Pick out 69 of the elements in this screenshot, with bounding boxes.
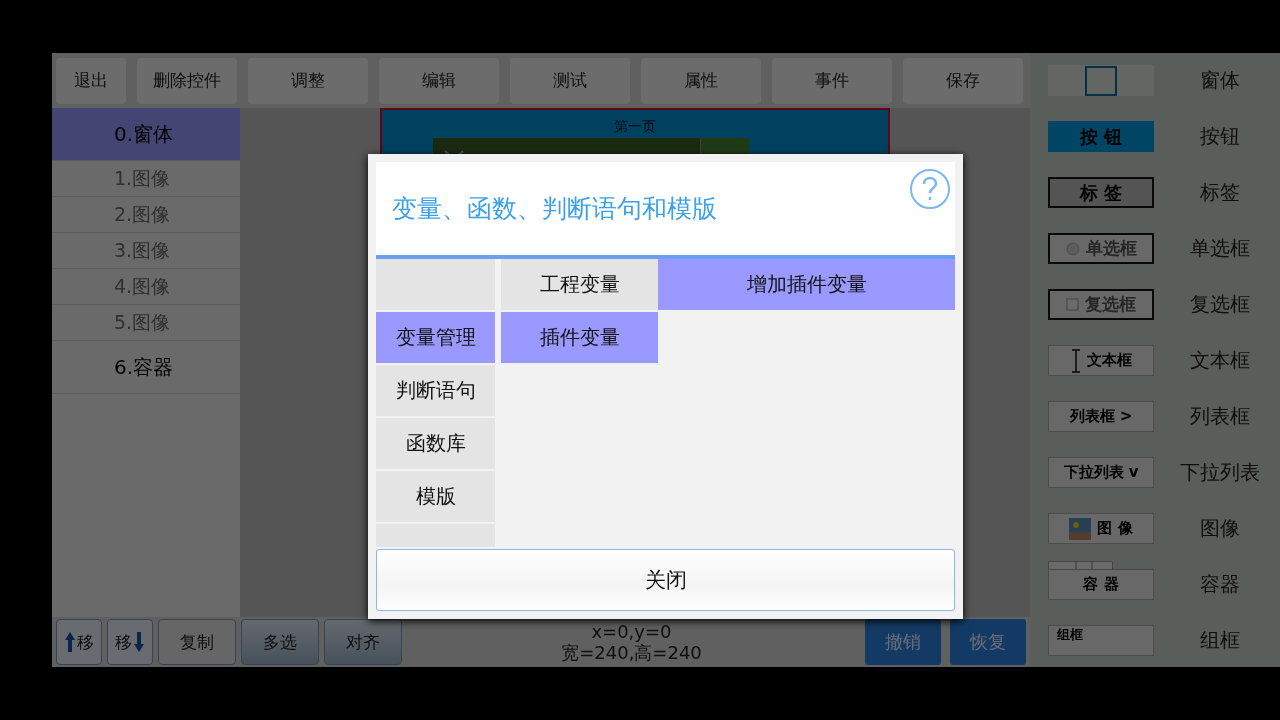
object-list-item[interactable]: 0.窗体 bbox=[52, 108, 240, 161]
bottom-button[interactable]: 多选 bbox=[241, 619, 319, 665]
sample-text: 组框 bbox=[1057, 626, 1083, 644]
toolbar-button[interactable]: 删除控件 bbox=[137, 57, 237, 104]
widget-sample[interactable]: 下拉列表 v bbox=[1048, 457, 1154, 488]
sample-text: 复选框 bbox=[1085, 293, 1136, 316]
widget-label: 列表框 bbox=[1189, 403, 1251, 430]
widget-sample[interactable] bbox=[1048, 65, 1154, 96]
toolbar-button[interactable]: 编辑 bbox=[379, 57, 499, 104]
toolbar-button[interactable]: 属性 bbox=[641, 57, 761, 104]
sample-text: 按 钮 bbox=[1079, 124, 1123, 149]
category-item[interactable]: 函数库 bbox=[376, 418, 495, 469]
radio-circle-icon bbox=[1065, 241, 1080, 256]
widget-sample[interactable]: 文本框 bbox=[1048, 345, 1154, 376]
variable-tab[interactable]: 插件变量 bbox=[501, 312, 658, 363]
up-arrow-icon bbox=[64, 631, 76, 653]
window-frame-icon bbox=[1085, 65, 1117, 96]
toolbar-button[interactable]: 事件 bbox=[772, 57, 892, 104]
widget-label: 文本框 bbox=[1189, 347, 1251, 374]
bottom-button[interactable]: 复制 bbox=[158, 619, 236, 665]
toolbar-button[interactable]: 调整 bbox=[248, 57, 368, 104]
toolbar-button[interactable]: 保存 bbox=[903, 57, 1023, 104]
category-item[interactable]: 模版 bbox=[376, 471, 495, 522]
sample-text: 列表框 > bbox=[1069, 407, 1133, 426]
sample-text: 下拉列表 v bbox=[1063, 463, 1139, 482]
close-button[interactable]: 关闭 bbox=[376, 549, 955, 611]
sample-text: 文本框 bbox=[1086, 351, 1132, 370]
toolbar-button[interactable]: 退出 bbox=[56, 57, 126, 104]
image-icon bbox=[1069, 517, 1092, 540]
variable-tab[interactable]: 工程变量 bbox=[501, 259, 658, 310]
add-plugin-variable-button[interactable]: 增加插件变量 bbox=[658, 259, 955, 310]
sample-text: 图 像 bbox=[1097, 519, 1133, 538]
widget-label: 组框 bbox=[1199, 627, 1241, 654]
category-item[interactable]: 判断语句 bbox=[376, 365, 495, 416]
widget-label: 按钮 bbox=[1199, 123, 1241, 150]
widget-sample[interactable]: 图 像 bbox=[1048, 513, 1154, 544]
widget-label: 图像 bbox=[1199, 515, 1241, 542]
widget-sample[interactable]: 组框 bbox=[1048, 625, 1154, 656]
move-up-button[interactable]: 移 bbox=[56, 619, 102, 665]
text-cursor-icon bbox=[1070, 348, 1081, 373]
size-text: 宽=240,高=240 bbox=[561, 642, 702, 663]
widget-label: 窗体 bbox=[1199, 67, 1241, 94]
widget-label: 下拉列表 bbox=[1179, 459, 1261, 486]
sample-text: 单选框 bbox=[1085, 237, 1137, 260]
dialog-title: 变量、函数、判断语句和模版 bbox=[392, 193, 717, 225]
move-down-button[interactable]: 移 bbox=[107, 619, 153, 665]
page-label: 第一页 bbox=[614, 118, 656, 136]
help-icon[interactable] bbox=[909, 168, 951, 210]
widget-sample[interactable]: 容 器 bbox=[1048, 561, 1154, 600]
action-button[interactable]: 撤销 bbox=[865, 619, 941, 665]
position-text: x=0,y=0 bbox=[591, 621, 672, 642]
category-item[interactable]: 变量管理 bbox=[376, 312, 495, 363]
widget-label: 单选框 bbox=[1189, 235, 1251, 262]
sample-text: 标 签 bbox=[1079, 180, 1123, 205]
widget-sample[interactable]: 列表框 > bbox=[1048, 401, 1154, 432]
widget-label: 复选框 bbox=[1189, 291, 1251, 318]
checkbox-square-icon bbox=[1066, 298, 1079, 311]
widget-label: 容器 bbox=[1199, 571, 1241, 598]
sample-text: 容 器 bbox=[1048, 569, 1154, 600]
widget-sample[interactable]: 复选框 bbox=[1048, 289, 1154, 320]
widget-sample[interactable]: 标 签 bbox=[1048, 177, 1154, 208]
toolbar-button[interactable]: 测试 bbox=[510, 57, 630, 104]
widget-label: 标签 bbox=[1199, 179, 1241, 206]
widget-sample[interactable]: 单选框 bbox=[1048, 233, 1154, 264]
widget-sample[interactable]: 按 钮 bbox=[1048, 121, 1154, 152]
bottom-button[interactable]: 对齐 bbox=[324, 619, 402, 665]
down-arrow-icon bbox=[133, 631, 145, 653]
tab-strip-icon bbox=[1048, 561, 1113, 569]
action-button[interactable]: 恢复 bbox=[950, 619, 1026, 665]
